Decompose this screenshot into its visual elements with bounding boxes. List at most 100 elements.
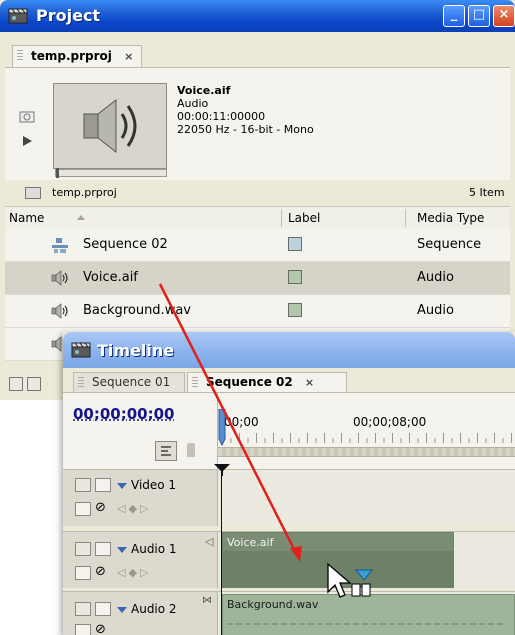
speaker-icon [51, 303, 68, 319]
poster-frame-icon[interactable] [19, 109, 35, 123]
tab-close-icon[interactable]: × [124, 50, 133, 63]
item-name: Background.wav [83, 303, 191, 318]
lock-toggle[interactable] [95, 602, 111, 616]
lock-toggle[interactable] [95, 542, 111, 556]
speaker-icon [51, 270, 68, 286]
drag-cursor-icon [327, 562, 374, 598]
list-view-icon[interactable] [9, 377, 23, 391]
grip-icon[interactable] [78, 377, 84, 389]
list-item[interactable]: Voice.aif Audio [5, 262, 510, 295]
view-toggle-bar [5, 375, 65, 395]
track-name[interactable]: Video 1 [117, 478, 176, 492]
snap-button[interactable] [155, 441, 177, 461]
time-ruler[interactable]: 00;00 00;00;08;00 [217, 393, 515, 469]
track-area[interactable] [218, 470, 515, 526]
timeline-title-bar[interactable]: Timeline [63, 332, 515, 368]
playhead-top-icon [214, 464, 230, 476]
bin-path-row: temp.prproj 5 Item [5, 180, 510, 206]
column-divider[interactable] [281, 209, 282, 227]
column-label[interactable]: Label [288, 207, 320, 229]
list-item[interactable]: Background.wav Audio [5, 295, 510, 328]
tab-temp-prproj[interactable]: temp.prproj × [12, 45, 143, 67]
project-title: Project [36, 6, 101, 25]
label-swatch[interactable] [288, 270, 302, 284]
item-count: 5 Item [469, 186, 505, 199]
column-name[interactable]: Name [9, 207, 44, 229]
ruler-ticks [222, 438, 515, 443]
track-header: Video 1 ⊘ ◁◆▷ [63, 470, 218, 526]
tab-label: Sequence 02 [206, 375, 293, 389]
expand-icon [117, 546, 127, 553]
tab-label: temp.prproj [31, 49, 112, 63]
minimize-button[interactable]: _ [443, 5, 465, 27]
eye-icon[interactable] [75, 478, 91, 492]
waveform-icon[interactable] [75, 566, 91, 580]
bin-icon[interactable] [25, 187, 41, 199]
track-name[interactable]: Audio 1 [117, 542, 177, 556]
label-swatch[interactable] [288, 237, 302, 251]
clip-name: Voice.aif [227, 536, 274, 549]
ruler-label: 00;00;08;00 [353, 415, 427, 429]
column-divider[interactable] [405, 209, 406, 227]
set-marker-button[interactable] [187, 443, 195, 457]
list-item[interactable]: Sequence 02 Sequence [5, 229, 510, 262]
track-video-1: Video 1 ⊘ ◁◆▷ [63, 469, 515, 526]
label-swatch[interactable] [288, 303, 302, 317]
keyframes-toggle-icon[interactable]: ⊘ [95, 564, 106, 579]
project-title-bar[interactable]: Project _ □ × [0, 0, 515, 32]
clip-info: Voice.aif Audio 00:00:11:00000 22050 Hz … [177, 84, 314, 136]
track-header: Audio 1 ⊘ ◁◆▷ [63, 532, 218, 588]
expand-icon [117, 482, 127, 489]
clip-duration: 00:00:11:00000 [177, 110, 266, 123]
track-name[interactable]: Audio 2 [117, 602, 177, 616]
play-icon[interactable] [21, 135, 33, 147]
item-media-type: Audio [417, 303, 454, 318]
item-name: Voice.aif [83, 270, 138, 285]
tab-sequence-01[interactable]: Sequence 01 [73, 372, 185, 392]
close-button[interactable]: × [493, 5, 515, 27]
playhead-icon[interactable] [218, 409, 226, 455]
maximize-button[interactable]: □ [468, 5, 490, 27]
grip-icon[interactable] [17, 50, 23, 62]
icon-view-icon[interactable] [27, 377, 41, 391]
ruler-label: 00;00 [224, 415, 259, 429]
item-media-type: Audio [417, 270, 454, 285]
work-area-bar[interactable] [218, 447, 515, 457]
track-label: Audio 1 [131, 542, 177, 556]
playhead-line [221, 468, 222, 635]
close-icon: × [498, 7, 510, 22]
timeline-header: 00;00;00;00 00;00 00;00;08;00 [63, 392, 515, 469]
waveform [227, 623, 507, 625]
clip-format: 22050 Hz - 16-bit - Mono [177, 123, 314, 136]
sort-ascending-icon [77, 215, 85, 220]
keyframe-nav-icon[interactable]: ◁◆▷ [117, 566, 151, 579]
expand-icon [117, 606, 127, 613]
clip-kind: Audio [177, 97, 209, 110]
current-timecode[interactable]: 00;00;00;00 [73, 405, 175, 423]
column-media-type[interactable]: Media Type [417, 207, 484, 229]
keyframe-nav-icon[interactable]: ◁◆▷ [117, 502, 151, 515]
maximize-icon: □ [472, 7, 486, 22]
clapper-icon [71, 342, 91, 358]
lock-toggle[interactable] [95, 478, 111, 492]
speaker-icon[interactable] [75, 542, 91, 556]
track-audio-2: Audio 2 ⊘ Background.wav ⋈ [63, 591, 515, 635]
tab-close-icon[interactable]: × [305, 376, 314, 389]
item-name: Sequence 02 [83, 237, 168, 252]
timeline-window: Timeline Sequence 01 Sequence 02 × 00;00… [63, 332, 515, 635]
keyframes-toggle-icon[interactable]: ⊘ [95, 500, 106, 515]
display-style-icon[interactable] [75, 502, 91, 516]
clip-name: Background.wav [227, 598, 319, 611]
waveform-icon[interactable] [75, 624, 91, 635]
grip-icon[interactable] [192, 377, 198, 389]
snap-icon [161, 446, 171, 456]
speaker-icon[interactable] [75, 602, 91, 616]
preview-scrubber[interactable] [55, 168, 167, 178]
preview-area: Voice.aif Audio 00:00:11:00000 22050 Hz … [5, 67, 510, 180]
clip-name: Voice.aif [177, 84, 231, 97]
speaker-icon [83, 98, 137, 154]
minimize-icon: _ [450, 7, 458, 22]
keyframes-toggle-icon[interactable]: ⊘ [95, 622, 106, 635]
tab-label: Sequence 01 [92, 375, 171, 389]
tab-sequence-02[interactable]: Sequence 02 × [187, 372, 347, 392]
